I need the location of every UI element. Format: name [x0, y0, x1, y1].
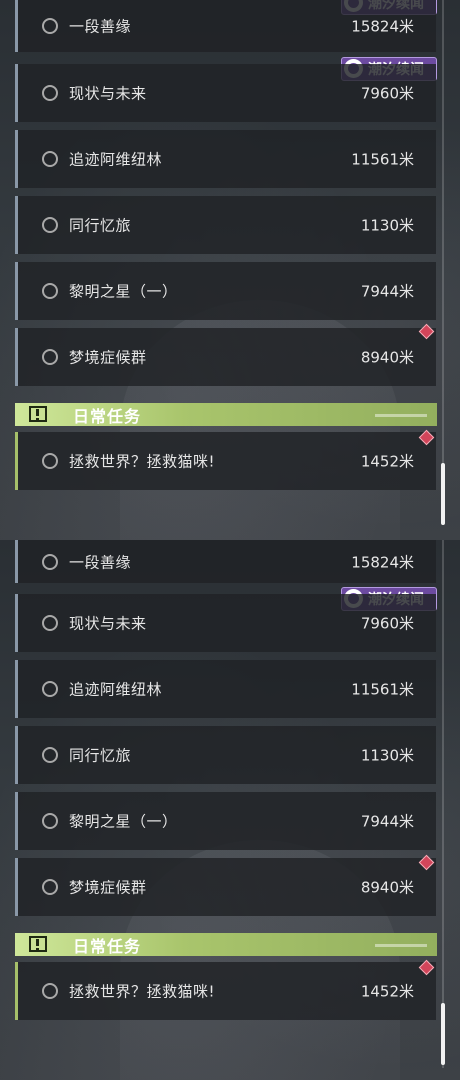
radio-circle-icon[interactable]	[42, 615, 58, 631]
quest-list-panel-top: 潮汐续闻 一段善缘 15824米 潮汐续闻 现状与未来 7960米 追迹阿维纽林…	[0, 0, 460, 540]
radio-circle-icon[interactable]	[42, 349, 58, 365]
radio-circle-icon[interactable]	[42, 813, 58, 829]
quest-name: 黎明之星（一）	[69, 282, 178, 301]
quest-distance: 1130米	[360, 216, 414, 235]
quest-distance: 15824米	[351, 17, 414, 36]
quest-distance: 1452米	[360, 982, 414, 1001]
quest-distance: 1452米	[360, 452, 414, 471]
quest-item[interactable]: 一段善缘 15824米	[15, 0, 436, 52]
radio-circle-icon[interactable]	[42, 453, 58, 469]
quest-distance: 1130米	[360, 746, 414, 765]
quest-distance: 7960米	[360, 84, 414, 103]
radio-circle-icon[interactable]	[42, 151, 58, 167]
header-decoration	[375, 413, 427, 417]
quest-distance: 7960米	[360, 614, 414, 633]
radio-circle-icon[interactable]	[42, 983, 58, 999]
quest-name: 梦境症候群	[69, 348, 147, 367]
quest-name: 拯救世界？拯救猫咪!	[69, 452, 216, 471]
daily-quests-title: 日常任务	[73, 936, 142, 956]
quest-name: 黎明之星（一）	[69, 812, 178, 831]
daily-quests-header[interactable]: 日常任务	[15, 403, 437, 426]
exclamation-icon	[29, 936, 47, 952]
quest-item[interactable]: 梦境症候群 8940米	[15, 328, 436, 386]
quest-name: 同行忆旅	[69, 216, 132, 235]
quest-item[interactable]: 同行忆旅 1130米	[15, 196, 436, 254]
quest-distance: 7944米	[360, 812, 414, 831]
daily-quest-item[interactable]: 拯救世界？拯救猫咪! 1452米	[15, 432, 436, 490]
radio-circle-icon[interactable]	[42, 217, 58, 233]
quest-distance: 11561米	[351, 680, 414, 699]
quest-name: 一段善缘	[69, 553, 132, 571]
quest-distance: 8940米	[360, 878, 414, 897]
exclamation-icon	[29, 406, 47, 422]
radio-circle-icon[interactable]	[42, 879, 58, 895]
quest-item[interactable]: 现状与未来 7960米	[15, 594, 436, 652]
quest-item[interactable]: 梦境症候群 8940米	[15, 858, 436, 916]
quest-item[interactable]: 同行忆旅 1130米	[15, 726, 436, 784]
quest-name: 现状与未来	[69, 614, 147, 633]
radio-circle-icon[interactable]	[42, 18, 58, 34]
radio-circle-icon[interactable]	[42, 553, 58, 570]
daily-quests-header[interactable]: 日常任务	[15, 933, 437, 956]
radio-circle-icon[interactable]	[42, 85, 58, 101]
daily-quest-item[interactable]: 拯救世界？拯救猫咪! 1452米	[15, 962, 436, 1020]
radio-circle-icon[interactable]	[42, 747, 58, 763]
quest-name: 追迹阿维纽林	[69, 680, 163, 699]
quest-name: 梦境症候群	[69, 878, 147, 897]
scrollbar-thumb[interactable]	[441, 1003, 445, 1065]
quest-list-panel-bottom: 一段善缘 15824米 潮汐续闻 现状与未来 7960米 追迹阿维纽林 1156…	[0, 540, 460, 1080]
daily-quests-title: 日常任务	[73, 406, 142, 426]
quest-distance: 7944米	[360, 282, 414, 301]
scrollbar-track	[442, 0, 444, 525]
header-decoration	[375, 943, 427, 947]
radio-circle-icon[interactable]	[42, 283, 58, 299]
quest-name: 拯救世界？拯救猫咪!	[69, 982, 216, 1001]
quest-item[interactable]: 黎明之星（一） 7944米	[15, 262, 436, 320]
quest-item[interactable]: 追迹阿维纽林 11561米	[15, 130, 436, 188]
quest-distance: 8940米	[360, 348, 414, 367]
quest-item[interactable]: 一段善缘 15824米	[15, 540, 436, 583]
quest-name: 一段善缘	[69, 17, 132, 36]
quest-item[interactable]: 黎明之星（一） 7944米	[15, 792, 436, 850]
scrollbar-track	[442, 540, 444, 1068]
quest-name: 同行忆旅	[69, 746, 132, 765]
scrollbar-thumb[interactable]	[441, 463, 445, 525]
quest-item[interactable]: 追迹阿维纽林 11561米	[15, 660, 436, 718]
quest-name: 现状与未来	[69, 84, 147, 103]
quest-item[interactable]: 现状与未来 7960米	[15, 64, 436, 122]
quest-distance: 11561米	[351, 150, 414, 169]
quest-distance: 15824米	[351, 553, 414, 571]
radio-circle-icon[interactable]	[42, 681, 58, 697]
quest-name: 追迹阿维纽林	[69, 150, 163, 169]
